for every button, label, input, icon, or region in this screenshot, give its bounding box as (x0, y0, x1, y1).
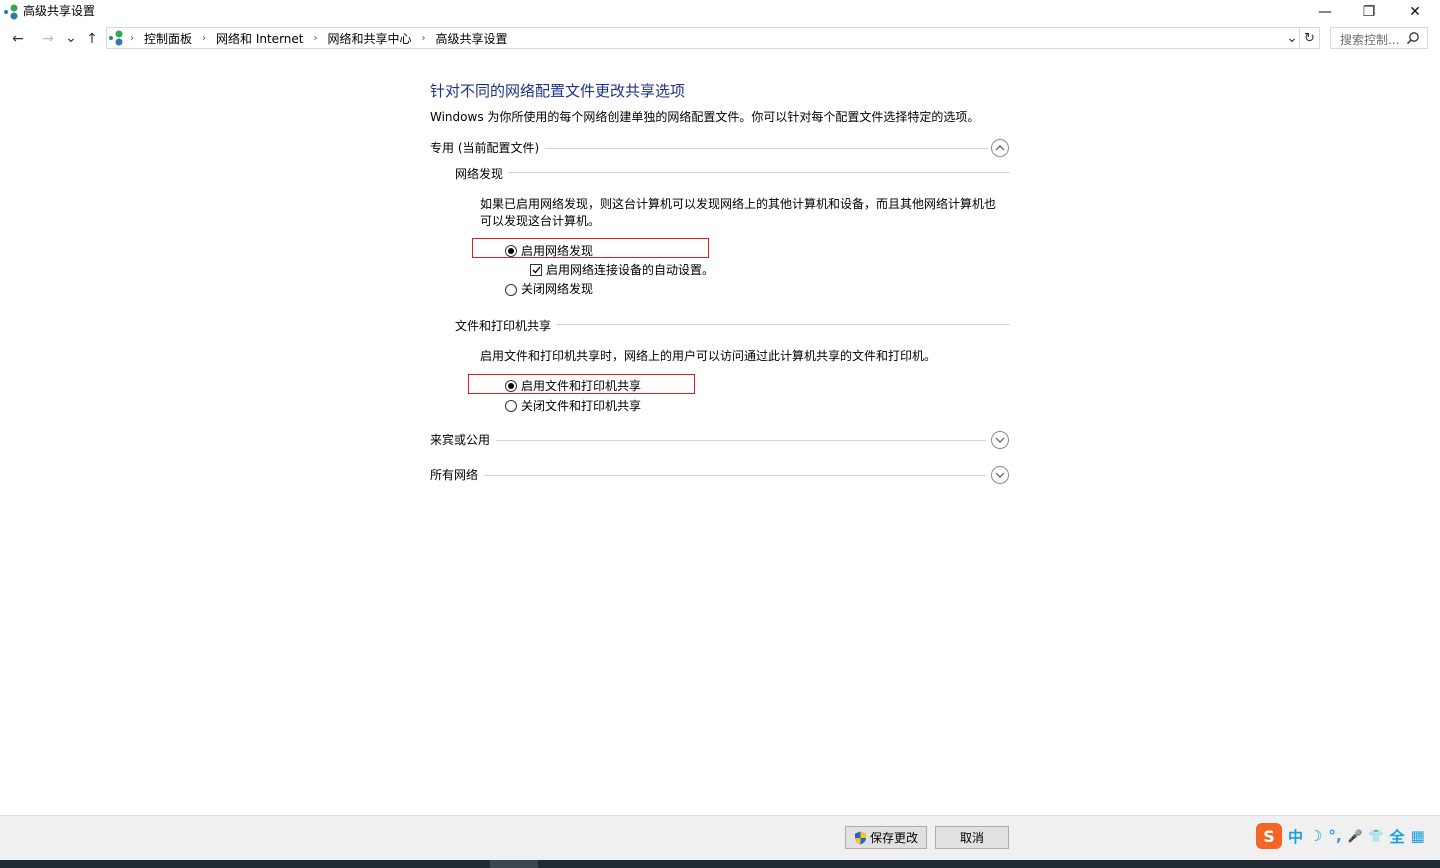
breadcrumb-separator: › (421, 32, 426, 44)
breadcrumb-network-internet[interactable]: 网络和 Internet (214, 30, 305, 47)
close-button[interactable]: ✕ (1392, 0, 1438, 24)
breadcrumb-separator: › (313, 32, 318, 44)
enable-network-discovery-label[interactable]: 启用网络发现 (521, 242, 593, 259)
uac-shield-icon (854, 831, 866, 844)
section-divider (430, 475, 986, 476)
expand-all-networks-button[interactable] (991, 466, 1009, 484)
collapse-private-button[interactable] (991, 139, 1009, 157)
search-placeholder: 搜索控制... (1340, 33, 1400, 47)
breadcrumb: › 控制面板 › 网络和 Internet › 网络和共享中心 › 高级共享设置 (108, 29, 510, 47)
breadcrumb-control-panel[interactable]: 控制面板 (142, 30, 194, 47)
title-bar: 高级共享设置 — ❐ ✕ (0, 0, 1440, 24)
file-sharing-title: 文件和打印机共享 (455, 317, 558, 334)
checkmark-icon (532, 266, 541, 274)
minimize-button[interactable]: — (1302, 0, 1348, 24)
expand-guest-button[interactable] (991, 431, 1009, 449)
auto-setup-label[interactable]: 启用网络连接设备的自动设置。 (546, 261, 714, 278)
skin-icon[interactable]: 👕 (1369, 829, 1384, 843)
chevron-down-icon (995, 472, 1005, 478)
forward-button[interactable]: → (38, 29, 58, 49)
refresh-button[interactable]: ↻ (1300, 27, 1320, 49)
cancel-button[interactable]: 取消 (935, 826, 1009, 849)
window-title: 高级共享设置 (23, 4, 96, 18)
enable-file-sharing-label[interactable]: 启用文件和打印机共享 (521, 377, 641, 394)
taskbar-active-item[interactable] (490, 860, 538, 868)
auto-setup-checkbox[interactable] (530, 264, 542, 276)
back-button[interactable]: ← (8, 29, 28, 49)
breadcrumb-separator: › (202, 32, 207, 44)
taskbar (0, 860, 1440, 868)
breadcrumb-separator: › (130, 32, 134, 44)
subsection-divider (455, 172, 1010, 173)
network-discovery-description-line1: 如果已启用网络发现，则这台计算机可以发现网络上的其他计算机和设备，而且其他网络计… (480, 197, 997, 211)
disable-network-discovery-label[interactable]: 关闭网络发现 (521, 280, 593, 297)
ime-punctuation-icon[interactable]: °, (1328, 827, 1341, 845)
network-icon (4, 4, 18, 20)
profile-private-label[interactable]: 专用 (当前配置文件) (430, 139, 546, 156)
toolbox-icon[interactable]: ▦ (1411, 827, 1425, 845)
chevron-up-icon (995, 145, 1005, 151)
disable-network-discovery-radio[interactable] (505, 284, 517, 296)
page-title: 针对不同的网络配置文件更改共享选项 (430, 82, 686, 100)
footer-bar (0, 815, 1440, 860)
network-discovery-title: 网络发现 (455, 165, 510, 182)
ime-halfwidth-icon[interactable]: ☽ (1309, 827, 1322, 845)
restore-button[interactable]: ❐ (1346, 0, 1392, 24)
breadcrumb-network-sharing-center[interactable]: 网络和共享中心 (325, 30, 413, 47)
disable-file-sharing-label[interactable]: 关闭文件和打印机共享 (521, 397, 641, 414)
section-divider (430, 440, 986, 441)
search-icon[interactable] (1406, 31, 1420, 45)
up-button[interactable]: ↑ (82, 29, 102, 49)
profile-guest-label[interactable]: 来宾或公用 (430, 431, 497, 448)
chevron-down-icon (995, 437, 1005, 443)
enable-network-discovery-radio[interactable] (505, 245, 517, 257)
ime-chinese-mode[interactable]: 中 (1288, 826, 1303, 847)
disable-file-sharing-radio[interactable] (505, 400, 517, 412)
address-dropdown-icon[interactable]: ⌄ (1284, 28, 1300, 48)
save-changes-label: 保存更改 (869, 831, 918, 845)
breadcrumb-advanced-sharing[interactable]: 高级共享设置 (434, 30, 510, 47)
save-changes-button[interactable]: 保存更改 (845, 826, 927, 849)
page-description: Windows 为你所使用的每个网络创建单独的网络配置文件。你可以针对每个配置文… (430, 110, 980, 124)
ime-toolbar: S 中 ☽ °, 🎤 👕 全 ▦ (1256, 822, 1425, 850)
enable-file-sharing-radio[interactable] (505, 380, 517, 392)
network-discovery-description-line2: 可以发现这台计算机。 (480, 214, 601, 228)
profile-all-label[interactable]: 所有网络 (430, 466, 485, 483)
recent-locations-button[interactable]: ⌄ (62, 28, 80, 48)
microphone-icon[interactable]: 🎤 (1348, 829, 1363, 843)
sogou-logo-icon[interactable]: S (1256, 823, 1282, 849)
ime-fullwidth[interactable]: 全 (1390, 826, 1405, 847)
network-icon (109, 30, 123, 46)
file-sharing-description: 启用文件和打印机共享时，网络上的用户可以访问通过此计算机共享的文件和打印机。 (480, 349, 937, 363)
